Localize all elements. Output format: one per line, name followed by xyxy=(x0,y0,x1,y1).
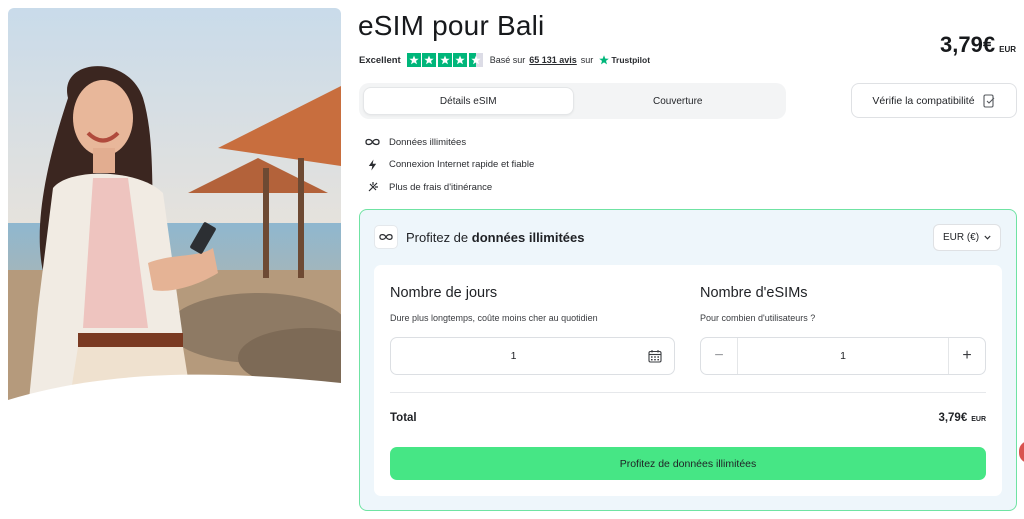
divider xyxy=(390,392,986,393)
esims-subtitle: Pour combien d'utilisateurs ? xyxy=(700,313,816,323)
star-icon xyxy=(453,53,468,67)
plan-card-heading: Profitez de données illimitées xyxy=(374,225,584,249)
trustpilot-name: Trustpilot xyxy=(611,55,651,65)
increment-button[interactable]: + xyxy=(948,338,985,374)
heading-bold: données illimitées xyxy=(471,229,585,245)
feature-list: Données illimitées Connexion Internet ra… xyxy=(364,131,534,199)
currency-value: EUR (€) xyxy=(942,232,980,243)
days-subtitle: Dure plus longtemps, coûte moins cher au… xyxy=(390,313,598,323)
total-label: Total xyxy=(390,412,417,424)
rating-label: Excellent xyxy=(359,54,401,66)
infinity-icon xyxy=(364,135,381,149)
tab-coverage[interactable]: Couverture xyxy=(574,87,783,115)
feature-label: Plus de frais d'itinérance xyxy=(389,181,493,193)
bolt-icon xyxy=(364,158,381,172)
feature-item: Connexion Internet rapide et fiable xyxy=(364,154,534,177)
buy-button[interactable]: Profitez de données illimitées xyxy=(390,447,986,480)
compat-label: Vérifie la compatibilité xyxy=(872,94,975,107)
chevron-down-icon xyxy=(984,235,991,240)
phone-check-icon xyxy=(983,93,994,108)
plan-options: Nombre de jours Dure plus longtemps, coû… xyxy=(374,265,1002,496)
currency-select[interactable]: EUR (€) xyxy=(933,224,1001,251)
total-currency: EUR xyxy=(971,416,986,423)
page-title: eSIM pour Bali xyxy=(358,10,545,41)
star-icon xyxy=(406,53,421,67)
price-amount: 3,79€ xyxy=(940,32,996,57)
calendar-icon[interactable] xyxy=(636,349,674,363)
total-amount: 3,79€ xyxy=(938,412,968,424)
days-value: 1 xyxy=(510,350,517,362)
days-title: Nombre de jours xyxy=(390,285,498,301)
esims-stepper: − 1 + xyxy=(700,337,986,375)
feature-label: Données illimitées xyxy=(389,136,467,148)
trustpilot-star-icon xyxy=(599,55,610,65)
infinity-icon xyxy=(374,225,398,249)
rating-prefix: Basé sur xyxy=(489,55,526,65)
rating-suffix: sur xyxy=(580,55,594,65)
star-icon xyxy=(422,53,437,67)
price-currency: EUR xyxy=(999,45,1016,54)
star-icon xyxy=(437,53,452,67)
total-price: 3,79€ EUR xyxy=(938,412,986,424)
esims-value[interactable]: 1 xyxy=(738,350,948,362)
days-input[interactable]: 1 xyxy=(390,337,675,375)
rating-stars xyxy=(406,53,483,67)
plan-card: Profitez de données illimitées EUR (€) N… xyxy=(359,209,1017,511)
esims-title: Nombre d'eSIMs xyxy=(700,285,808,301)
no-roaming-icon xyxy=(364,180,381,194)
decrement-button[interactable]: − xyxy=(701,338,738,374)
review-count-link[interactable]: 65 131 avis xyxy=(529,55,577,65)
feature-item: Données illimitées xyxy=(364,131,534,154)
heading-prefix: Profitez de xyxy=(406,229,469,245)
half-star-icon xyxy=(468,53,483,67)
hero-image xyxy=(8,8,341,410)
tab-details[interactable]: Détails eSIM xyxy=(363,87,574,115)
header-price: 3,79€ EUR xyxy=(940,32,1016,58)
trustpilot-logo: Trustpilot xyxy=(599,55,650,65)
floating-widget-edge[interactable] xyxy=(1019,441,1024,463)
trustpilot-rating: Excellent Basé sur 65 131 avis sur Trust… xyxy=(359,53,650,67)
feature-item: Plus de frais d'itinérance xyxy=(364,176,534,199)
info-tabs: Détails eSIM Couverture xyxy=(359,83,786,119)
feature-label: Connexion Internet rapide et fiable xyxy=(389,159,535,171)
check-compatibility-button[interactable]: Vérifie la compatibilité xyxy=(851,83,1017,118)
